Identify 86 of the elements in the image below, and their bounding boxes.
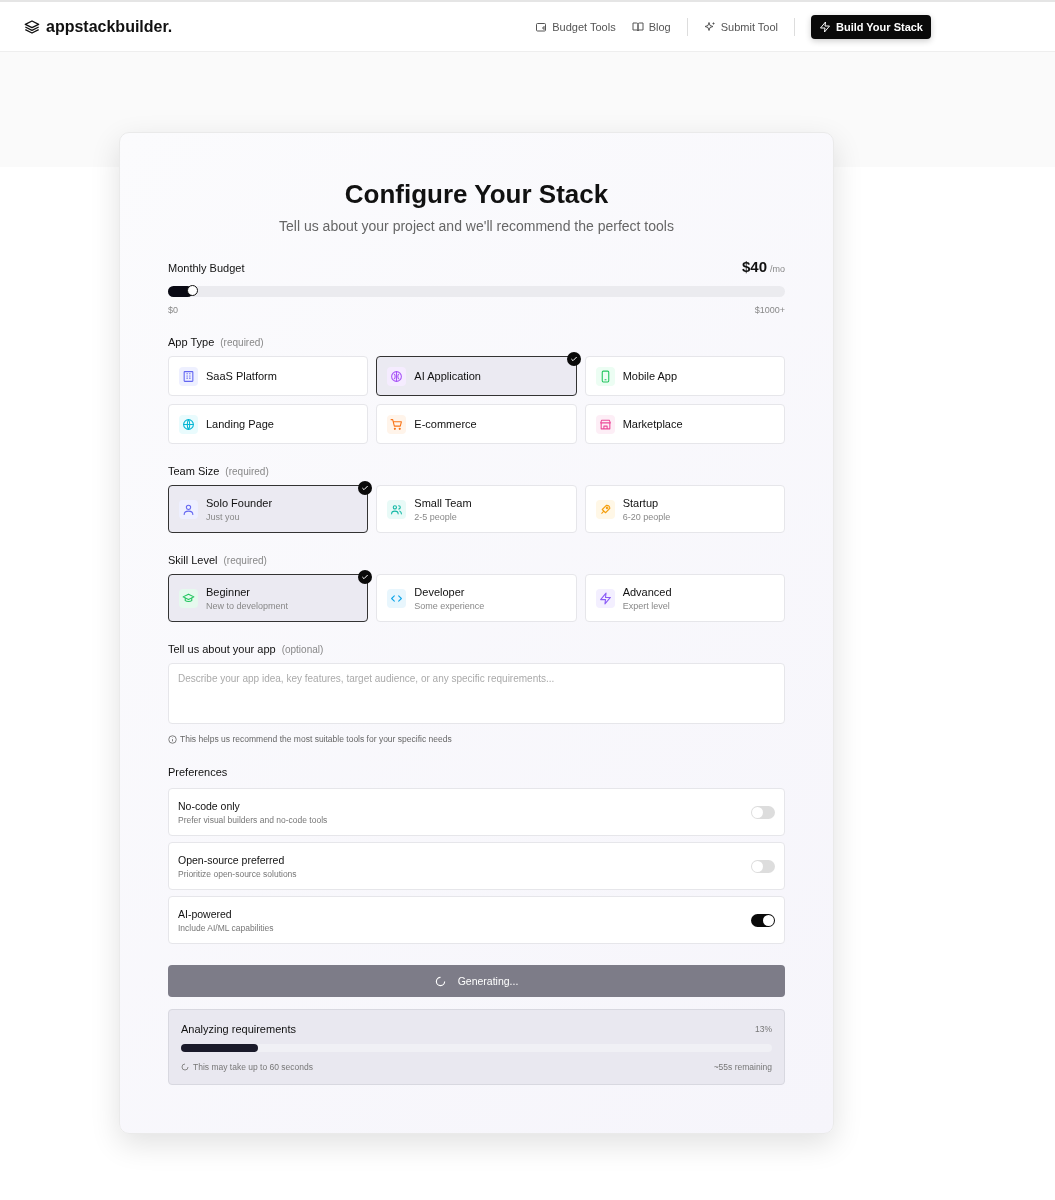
- option-label: E-commerce: [414, 418, 477, 430]
- person-icon: [182, 502, 195, 516]
- option-label: Solo Founder: [206, 496, 273, 509]
- toggle-switch[interactable]: [751, 859, 775, 873]
- logo-text: appstackbuilder.: [46, 17, 173, 36]
- app-type-option[interactable]: SaaS Platform: [168, 356, 369, 396]
- section-label: Team Size: [168, 465, 220, 477]
- option-label: Startup: [622, 496, 660, 509]
- preference-description: Prefer visual builders and no-code tools: [178, 814, 328, 825]
- build-stack-button[interactable]: Build Your Stack: [811, 14, 931, 39]
- preference-title: AI-powered: [178, 907, 233, 920]
- skill-level-option[interactable]: Developer Some experience: [376, 574, 577, 622]
- info-icon: [168, 734, 177, 744]
- app-type-option[interactable]: E-commerce: [376, 404, 577, 444]
- option-description: 2-5 people: [414, 511, 458, 522]
- app-type-icon: [390, 417, 404, 431]
- option-description: New to development: [206, 600, 289, 611]
- option-label: Small Team: [414, 496, 472, 509]
- check-icon: [358, 481, 373, 495]
- nav-link[interactable]: Submit Tool: [703, 20, 778, 33]
- option-label: Beginner: [206, 585, 252, 598]
- option-label: Marketplace: [622, 418, 683, 430]
- skill-level-option[interactable]: Advanced Expert level: [584, 574, 785, 622]
- toggle-switch[interactable]: [751, 913, 775, 927]
- budget-unit: /mo: [770, 264, 785, 274]
- option-label: Landing Page: [206, 418, 274, 430]
- time-remaining: ~55s remaining: [713, 1062, 772, 1072]
- layers-icon: [24, 18, 40, 35]
- app-type-icon: [598, 417, 612, 431]
- form-title: Configure Your Stack: [343, 179, 610, 210]
- option-label: SaaS Platform: [206, 370, 277, 382]
- hint-text: This helps us recommend the most suitable tools for your specific needs: [180, 734, 452, 744]
- section-label: Tell us about your app: [168, 643, 276, 655]
- sparkle-icon: [703, 20, 716, 33]
- budget-value: $40: [741, 258, 767, 275]
- nav-link[interactable]: Blog: [631, 20, 671, 33]
- app-type-option[interactable]: Mobile App: [584, 356, 785, 396]
- progress-note: This may take up to 60 seconds: [193, 1062, 313, 1072]
- preference-title: No-code only: [178, 799, 241, 812]
- form-subtitle: Tell us about your project and we'll recommend the perfect tools: [278, 218, 675, 234]
- option-label: Mobile App: [622, 370, 678, 382]
- max-label: $1000+: [754, 305, 785, 315]
- people-icon: [390, 502, 404, 516]
- section-label: App Type: [168, 336, 215, 348]
- section-note: (required): [225, 466, 269, 477]
- rocket-icon: [598, 502, 612, 516]
- option-description: 6-20 people: [622, 511, 671, 522]
- spinner-icon: [434, 975, 446, 987]
- graduation-cap-icon: [182, 591, 195, 605]
- budget-label: Monthly Budget: [168, 262, 245, 274]
- toggle-switch[interactable]: [751, 805, 775, 819]
- description-field[interactable]: Describe your app idea, key features, target audience, or any specific requirements...: [168, 663, 785, 724]
- team-size-option[interactable]: Small Team 2-5 people: [376, 485, 577, 533]
- budget-slider[interactable]: [168, 286, 785, 297]
- lightning-icon: [598, 591, 612, 605]
- section-note: (required): [223, 555, 267, 566]
- min-label: $0: [168, 305, 178, 315]
- option-label: Developer: [414, 585, 466, 598]
- preference-description: Include AI/ML capabilities: [178, 922, 274, 933]
- lightning-icon: [819, 20, 831, 33]
- team-size-option[interactable]: Startup 6-20 people: [584, 485, 785, 533]
- section-note: (optional): [281, 644, 324, 655]
- progress-title: Analyzing requirements: [181, 1023, 296, 1035]
- preference-title: Open-source preferred: [178, 853, 286, 866]
- app-type-icon: [182, 369, 195, 383]
- option-label: AI Application: [414, 370, 481, 382]
- app-type-icon: [390, 369, 404, 383]
- progress-percent: 13%: [755, 1024, 772, 1034]
- app-type-option[interactable]: Landing Page: [168, 404, 369, 444]
- check-icon: [566, 352, 581, 366]
- book-icon: [631, 20, 644, 33]
- option-description: Just you: [206, 511, 241, 522]
- slider-thumb[interactable]: [186, 285, 198, 296]
- app-type-icon: [182, 417, 195, 431]
- spinner-icon: [181, 1063, 189, 1071]
- section-note: (required): [220, 337, 264, 348]
- preference-description: Prioritize open-source solutions: [178, 868, 297, 879]
- option-label: Advanced: [622, 585, 672, 598]
- nav-link[interactable]: Budget Tools: [535, 20, 616, 33]
- wallet-icon: [535, 20, 548, 33]
- section-label: Skill Level: [168, 554, 218, 566]
- section-label: Preferences: [168, 766, 229, 778]
- option-description: Some experience: [414, 600, 485, 611]
- check-icon: [358, 570, 373, 584]
- option-description: Expert level: [622, 600, 671, 611]
- app-type-option[interactable]: Marketplace: [584, 404, 785, 444]
